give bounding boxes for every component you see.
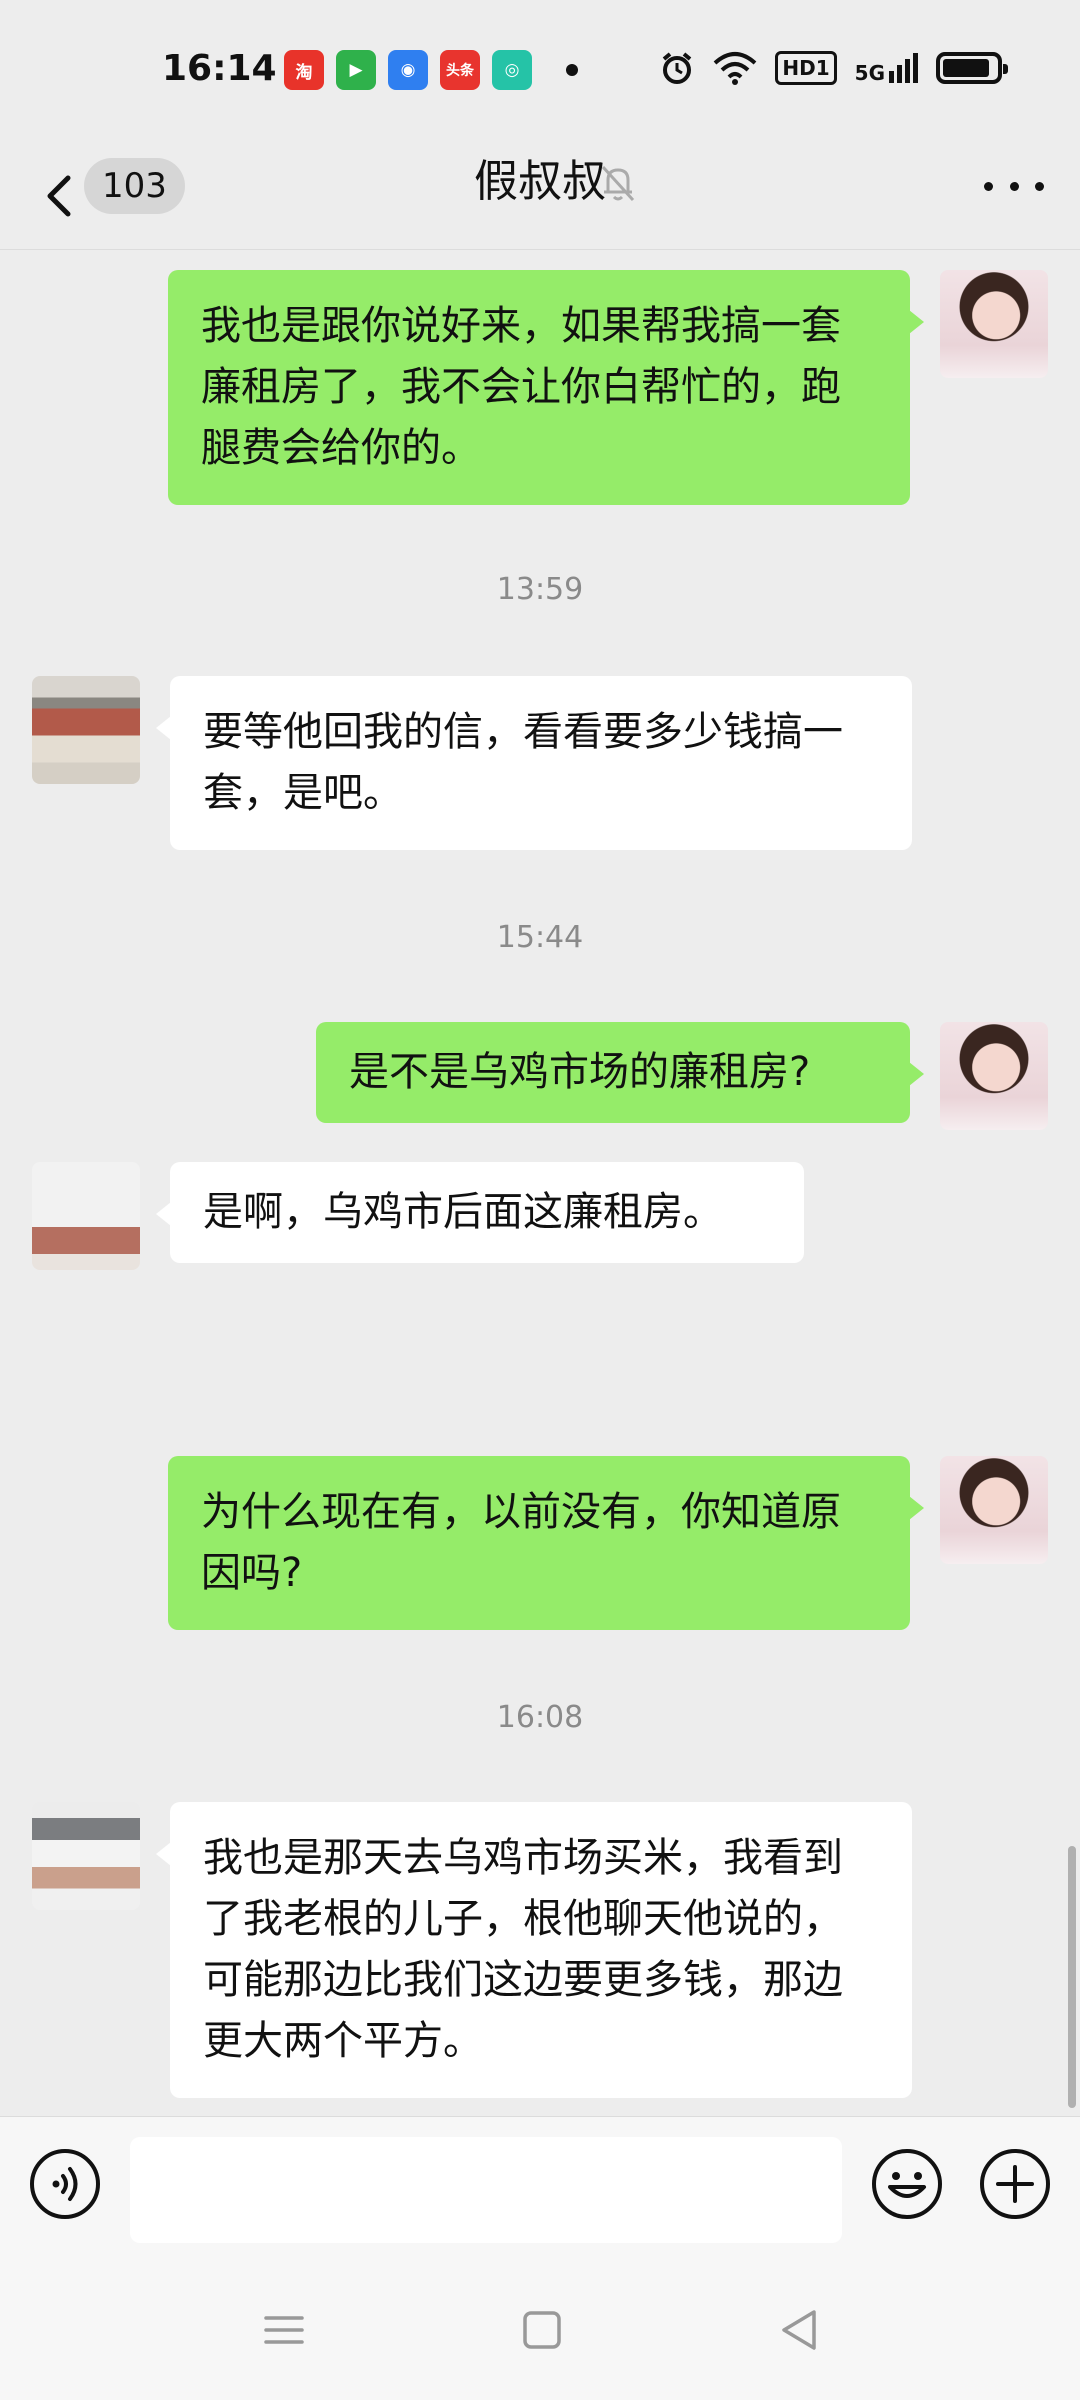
- outgoing-message[interactable]: 是不是乌鸡市场的廉租房?: [316, 1022, 924, 1123]
- status-indicators: HD1 5G: [659, 50, 1008, 86]
- network-type-label: 5G: [854, 61, 885, 85]
- nav-back-icon[interactable]: [770, 2300, 830, 2360]
- status-time: 16:14: [162, 48, 277, 89]
- chat-header: 103 假叔叔: [0, 140, 1080, 250]
- contact-avatar[interactable]: [32, 676, 140, 784]
- signal-bars-icon: [889, 53, 918, 83]
- alarm-icon: [663, 52, 692, 84]
- video-app-icon: ▶: [336, 50, 376, 90]
- chat-title: 假叔叔: [474, 156, 606, 207]
- outgoing-message[interactable]: 我也是跟你说好来，如果帮我搞一套廉租房了，我不会让你白帮忙的，跑腿费会给你的。: [168, 270, 924, 505]
- notification-icons: 淘 ▶ ◉ 头条 ◎: [284, 50, 532, 90]
- home-icon[interactable]: [512, 2300, 572, 2360]
- message-input[interactable]: [130, 2137, 842, 2243]
- recent-apps-menu-icon[interactable]: [254, 2300, 314, 2360]
- contact-avatar[interactable]: [32, 1162, 140, 1270]
- taobao-icon: 淘: [284, 50, 324, 90]
- status-bar: 16:14 淘 ▶ ◉ 头条 ◎ HD1 5G: [0, 0, 1080, 140]
- voice-input-icon[interactable]: [28, 2147, 102, 2221]
- more-options-button[interactable]: [984, 166, 1044, 206]
- system-nav-bar: [0, 2256, 1080, 2400]
- wifi-icon: [714, 52, 757, 85]
- input-bar: [0, 2116, 1080, 2256]
- more-notifications-dot: [566, 64, 578, 76]
- message-app-icon: ◎: [492, 50, 532, 90]
- signal-indicator: 5G: [855, 53, 918, 83]
- browser-app-icon: ◉: [388, 50, 428, 90]
- message-timestamp: 13:59: [496, 572, 584, 607]
- message-timestamp: 16:08: [496, 1700, 584, 1735]
- plus-icon[interactable]: [978, 2147, 1052, 2221]
- message-timestamp: 15:44: [496, 920, 584, 955]
- battery-icon: [936, 52, 1008, 84]
- incoming-message[interactable]: 是啊，乌鸡市后面这廉租房。: [156, 1162, 804, 1263]
- more-dot-icon: [1009, 181, 1019, 191]
- my-avatar[interactable]: [940, 270, 1048, 378]
- more-dot-icon: [984, 181, 993, 191]
- contact-avatar[interactable]: [32, 1802, 140, 1910]
- incoming-message[interactable]: 我也是那天去乌鸡市场买米，我看到了我老根的儿子，根他聊天他说的，可能那边比我们这…: [156, 1802, 912, 2098]
- my-avatar[interactable]: [940, 1022, 1048, 1130]
- more-dot-icon: [1035, 181, 1044, 191]
- toutiao-icon: 头条: [440, 50, 480, 90]
- emoji-icon[interactable]: [870, 2147, 944, 2221]
- scrollbar[interactable]: [1068, 1846, 1076, 2108]
- mute-bell-icon: [601, 165, 635, 202]
- incoming-message[interactable]: 要等他回我的信，看看要多少钱搞一套，是吧。: [156, 676, 912, 850]
- hd-badge: HD1: [775, 51, 837, 85]
- outgoing-message[interactable]: 为什么现在有，以前没有，你知道原因吗?: [168, 1456, 924, 1630]
- my-avatar[interactable]: [940, 1456, 1048, 1564]
